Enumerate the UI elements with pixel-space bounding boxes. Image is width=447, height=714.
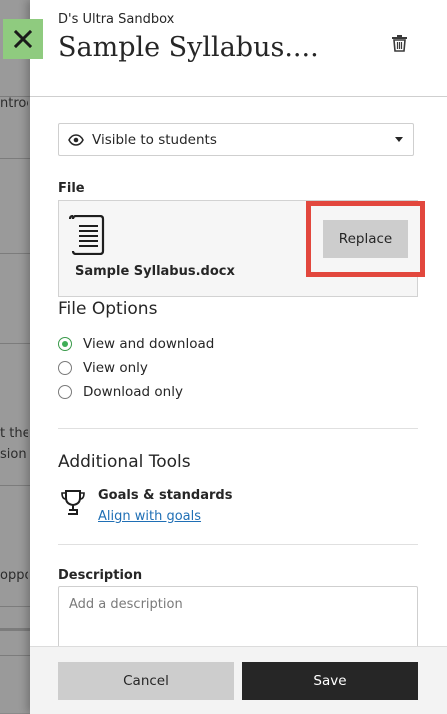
additional-tools-heading: Additional Tools: [58, 452, 191, 472]
radio-label: View only: [83, 360, 148, 376]
course-name: D's Ultra Sandbox: [58, 12, 175, 27]
panel-header: D's Ultra Sandbox Sample Syllabus....: [30, 0, 447, 97]
radio-button[interactable]: [58, 361, 72, 375]
close-button[interactable]: [3, 19, 43, 59]
background-text: sion: [0, 447, 27, 462]
close-icon: [14, 30, 32, 48]
panel-footer: Cancel Save: [30, 646, 447, 714]
radio-button[interactable]: [58, 385, 72, 399]
item-settings-panel: D's Ultra Sandbox Sample Syllabus.... Vi…: [30, 0, 447, 714]
radio-label: Download only: [83, 384, 183, 400]
file-card: Sample Syllabus.docx Replace: [58, 200, 425, 297]
divider: [58, 428, 418, 429]
background-text: ntroc: [0, 96, 28, 111]
file-heading: File: [58, 181, 85, 196]
file-name: Sample Syllabus.docx: [75, 264, 235, 279]
divider: [0, 485, 30, 486]
file-options-heading: File Options: [58, 299, 158, 319]
page-title[interactable]: Sample Syllabus....: [58, 32, 319, 63]
chevron-down-icon: [395, 137, 403, 142]
visibility-value: Visible to students: [92, 131, 217, 148]
trophy-icon: [61, 490, 85, 515]
divider: [58, 544, 418, 545]
background-text: oppo: [0, 568, 28, 583]
delete-button[interactable]: [388, 32, 410, 54]
divider: [0, 343, 30, 344]
radio-download-only[interactable]: Download only: [58, 384, 183, 400]
trash-icon: [391, 35, 407, 52]
document-icon: [69, 215, 105, 255]
divider: [0, 253, 30, 254]
save-button[interactable]: Save: [242, 662, 418, 700]
background-text: t the: [0, 426, 28, 441]
divider: [0, 158, 30, 159]
divider: [0, 628, 30, 631]
eye-icon: [68, 133, 84, 146]
visibility-dropdown[interactable]: Visible to students: [58, 123, 414, 156]
radio-label: View and download: [83, 336, 215, 352]
radio-button-checked[interactable]: [58, 337, 72, 351]
description-heading: Description: [58, 568, 143, 583]
divider: [0, 606, 30, 607]
cancel-button[interactable]: Cancel: [58, 662, 234, 700]
replace-button[interactable]: Replace: [323, 220, 408, 258]
divider: [0, 655, 30, 656]
radio-view-only[interactable]: View only: [58, 360, 148, 376]
align-with-goals-link[interactable]: Align with goals: [98, 509, 201, 524]
goals-standards-title: Goals & standards: [98, 488, 233, 503]
radio-view-and-download[interactable]: View and download: [58, 336, 214, 352]
